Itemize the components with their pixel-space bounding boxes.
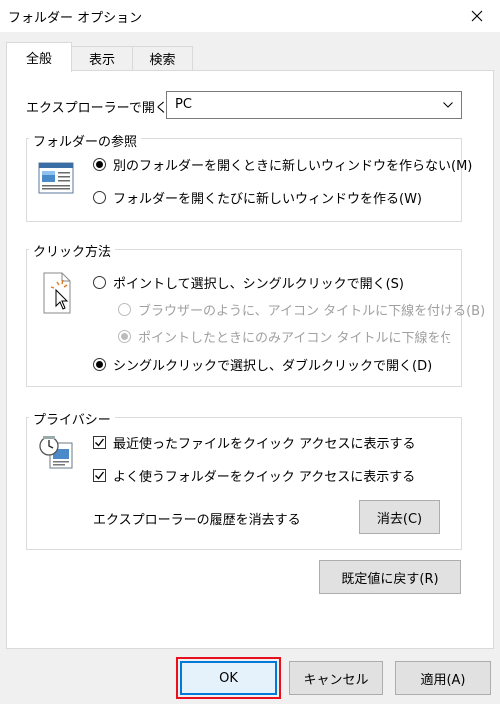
clear-history-label: エクスプローラーの履歴を消去する [93, 513, 301, 528]
privacy-title: プライバシー [29, 409, 115, 428]
close-button[interactable] [454, 0, 500, 32]
ok-button-label: OK [219, 670, 238, 686]
apply-button[interactable]: 適用(A) [395, 661, 491, 695]
radio-double-click[interactable] [93, 358, 106, 371]
clear-history-button-label: 消去(C) [376, 511, 423, 527]
tab-view[interactable]: 表示 [71, 46, 133, 70]
tab-general[interactable]: 全般 [6, 42, 72, 72]
open-explorer-label: エクスプローラーで開く: [26, 101, 173, 116]
restore-defaults-label: 既定値に戻す(R) [341, 571, 439, 587]
clear-history-button[interactable]: 消去(C) [359, 500, 440, 534]
checkbox-frequent-folders[interactable] [93, 469, 106, 482]
tab-search[interactable]: 検索 [132, 46, 193, 70]
checkbox-recent-files-label: 最近使ったファイルをクイック アクセスに表示する [113, 437, 416, 452]
radio-same-window[interactable] [93, 158, 106, 171]
tab-label: 全般 [25, 52, 52, 67]
close-icon [471, 10, 483, 22]
open-explorer-select[interactable]: PC [166, 91, 462, 119]
check-icon [95, 438, 105, 447]
radio-underline-browser-label: ブラウザーのように、アイコン タイトルに下線を付ける(B) [138, 304, 486, 319]
pointer-click-icon [42, 272, 74, 314]
radio-single-click[interactable] [93, 276, 106, 289]
radio-double-click-label: シングルクリックで選択し、ダブルクリックで開く(D) [113, 359, 433, 374]
click-items-title: クリック方法 [29, 241, 116, 260]
radio-underline-browser[interactable] [118, 303, 131, 316]
radio-new-window-label: フォルダーを開くたびに新しいウィンドウを作る(W) [113, 192, 422, 207]
apply-button-label: 適用(A) [420, 672, 466, 688]
cancel-button-label: キャンセル [303, 672, 369, 688]
window-title: フォルダー オプション [8, 11, 143, 26]
tab-label: 表示 [88, 53, 115, 68]
chevron-down-icon [443, 102, 453, 108]
checkbox-recent-files[interactable] [93, 436, 106, 449]
privacy-clock-icon [38, 435, 74, 469]
browse-folders-title: フォルダーの参照 [29, 131, 142, 150]
cancel-button[interactable]: キャンセル [289, 661, 383, 695]
folder-window-icon [38, 162, 74, 194]
radio-selected-dot [96, 361, 103, 368]
radio-selected-dot [121, 333, 128, 340]
tab-label: 検索 [149, 53, 176, 68]
radio-underline-point[interactable] [118, 330, 131, 343]
browse-folders-group [26, 138, 462, 222]
radio-underline-point-label: ポイントしたときにのみアイコン タイトルに下線を付ける(P [138, 331, 450, 346]
open-explorer-value: PC [175, 97, 192, 112]
restore-defaults-button[interactable]: 既定値に戻す(R) [319, 560, 461, 594]
radio-new-window[interactable] [93, 191, 106, 204]
radio-single-click-label: ポイントして選択し、シングルクリックで開く(S) [113, 277, 405, 292]
radio-same-window-label: 別のフォルダーを開くときに新しいウィンドウを作らない(M) [113, 159, 473, 174]
ok-button[interactable]: OK [180, 661, 277, 695]
checkbox-frequent-folders-label: よく使うフォルダーをクイック アクセスに表示する [113, 470, 416, 485]
check-icon [95, 471, 105, 480]
radio-selected-dot [96, 161, 103, 168]
